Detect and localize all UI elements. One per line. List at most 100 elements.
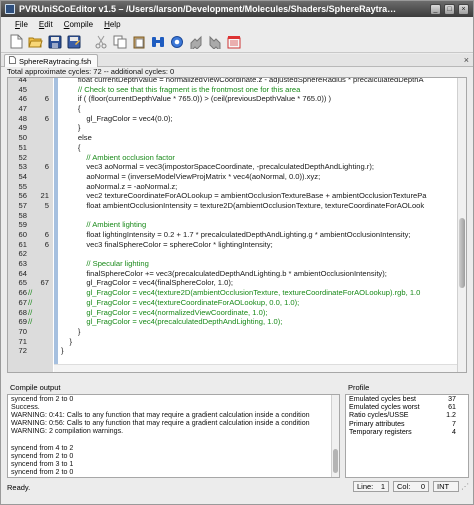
insert-mode-indicator: INT: [433, 481, 459, 492]
code-text: // Ambient lighting: [61, 220, 147, 230]
cycle-stats: Total approximate cycles: 72 -- addition…: [7, 67, 175, 76]
new-file-icon[interactable]: [9, 34, 24, 49]
code-line[interactable]: 56 21 vec2 textureCoordinateForAOLookup =…: [8, 191, 460, 201]
code-line[interactable]: 63 // Specular lighting: [8, 259, 460, 269]
copy-icon[interactable]: [112, 34, 127, 49]
code-line[interactable]: 68// gl_FragColor = vec4(normalizedViewC…: [8, 308, 460, 318]
code-line[interactable]: 53 6 vec3 aoNormal = vec3(impostorSpaceCo…: [8, 162, 460, 172]
profile-row: Temporary registers 4: [346, 428, 468, 436]
toolbar: [1, 31, 473, 53]
close-tab-icon[interactable]: ×: [464, 54, 469, 67]
profile-value: 61: [448, 403, 456, 412]
undo-icon[interactable]: [188, 34, 203, 49]
line-number: 67: [18, 297, 27, 307]
window-controls: _ □ ×: [430, 3, 469, 15]
cycle-count: 21: [40, 191, 49, 201]
code-line[interactable]: 69// gl_FragColor = vec4(precalculatedDe…: [8, 317, 460, 327]
code-text: {: [61, 142, 81, 152]
code-line[interactable]: 54 aoNormal = (inverseModelViewProjMatri…: [8, 172, 460, 182]
code-text: // Check to see that this fragment is th…: [61, 84, 301, 94]
column-value: 0: [420, 482, 425, 491]
code-line[interactable]: 60 6 float lightingIntensity = 0.2 + 1.7 …: [8, 230, 460, 240]
code-line[interactable]: 47 {: [8, 104, 460, 114]
line-number: 62: [18, 249, 27, 259]
profile-row: Ratio cycles/USSE 1.2: [346, 411, 468, 419]
code-line[interactable]: 51 {: [8, 143, 460, 153]
code-line[interactable]: 66// gl_FragColor = vec4(texture2D(ambie…: [8, 288, 460, 298]
menu-compile[interactable]: Compile: [64, 20, 93, 29]
code-line[interactable]: 55 aoNormal.z = -aoNormal.z;: [8, 182, 460, 192]
file-icon: [9, 56, 16, 66]
resize-grip-icon[interactable]: ⋰: [461, 482, 471, 492]
find-icon[interactable]: [150, 34, 165, 49]
line-number: 58: [18, 210, 27, 220]
paste-icon[interactable]: [131, 34, 146, 49]
code-line[interactable]: 61 6 vec3 finalSphereColor = sphereColor …: [8, 240, 460, 250]
tab-sphere-raytracing[interactable]: SphereRaytracing.fsh: [4, 54, 99, 67]
profile-row: Emulated cycles best 37: [346, 395, 468, 403]
code-line[interactable]: 49 }: [8, 123, 460, 133]
code-text: aoNormal.z = -aoNormal.z;: [61, 181, 178, 191]
column-label: Col:: [397, 482, 411, 491]
code-line[interactable]: 45 // Check to see that this fragment is…: [8, 85, 460, 95]
line-number: 54: [18, 171, 27, 181]
compile-scrollbar-thumb[interactable]: [333, 449, 338, 473]
code-line[interactable]: 65 67 gl_FragColor = vec4(finalSphereColo…: [8, 278, 460, 288]
compile-scrollbar[interactable]: [331, 395, 339, 477]
profile-key: Temporary registers: [349, 427, 412, 436]
profile-value: 4: [452, 427, 456, 436]
code-line[interactable]: 62: [8, 249, 460, 259]
profile-key: Emulated cycles worst: [349, 403, 420, 412]
maximize-button[interactable]: □: [444, 3, 455, 15]
title-bar[interactable]: PVRUniSCoEditor v1.5 – /Users/larson/Dev…: [1, 1, 473, 17]
status-message: Ready.: [7, 482, 31, 492]
scrollbar-thumb[interactable]: [459, 218, 465, 288]
code-line[interactable]: 70 }: [8, 327, 460, 337]
code-line[interactable]: 71 }: [8, 337, 460, 347]
code-line[interactable]: 72}: [8, 346, 460, 356]
compile-output-line: WARNING: 0:41: Calls to any function tha…: [11, 411, 310, 420]
save-as-icon[interactable]: [66, 34, 81, 49]
line-number: 53: [18, 162, 27, 172]
code-text: aoNormal = (inverseModelViewProjMatrix *…: [61, 171, 321, 181]
horizontal-scrollbar[interactable]: [54, 364, 459, 372]
menu-bar: File Edit Compile Help: [1, 17, 473, 31]
code-line[interactable]: 67// gl_FragColor = vec4(textureCoordina…: [8, 298, 460, 308]
compile-icon[interactable]: [226, 34, 241, 49]
code-line[interactable]: 57 5 float ambientOcclusionIntensity = te…: [8, 201, 460, 211]
save-icon[interactable]: [47, 34, 62, 49]
code-editor[interactable]: 44 float currentDepthValue = normalizedV…: [7, 77, 467, 373]
menu-help[interactable]: Help: [104, 20, 120, 29]
line-number: 59: [18, 220, 27, 230]
code-line[interactable]: 52 // Ambient occlusion factor: [8, 153, 460, 163]
line-number: 48: [18, 113, 27, 123]
line-number: 52: [18, 152, 27, 162]
code-line[interactable]: 58: [8, 211, 460, 221]
compile-output-line: syncend from 4 to 2: [11, 443, 74, 452]
settings-gear-icon[interactable]: [169, 34, 184, 49]
profile-row: Primary attributes 7: [346, 420, 468, 428]
code-line[interactable]: 44 float currentDepthValue = normalizedV…: [8, 78, 460, 85]
vertical-scrollbar[interactable]: [457, 78, 466, 372]
code-text: vec2 textureCoordinateForAOLookup = ambi…: [61, 191, 427, 201]
code-lines[interactable]: 44 float currentDepthValue = normalizedV…: [8, 78, 460, 356]
code-line[interactable]: 64 finalSphereColor += vec3(precalculate…: [8, 269, 460, 279]
code-line[interactable]: 59 // Ambient lighting: [8, 220, 460, 230]
line-number: 47: [18, 104, 27, 114]
compile-output[interactable]: syncend from 2 to 0 Success. WARNING: 0:41…: [7, 394, 340, 478]
menu-file[interactable]: File: [15, 20, 28, 29]
line-number: 70: [18, 326, 27, 336]
minimize-button[interactable]: _: [430, 3, 441, 15]
status-bar: Ready. Line: 1 Col: 0 INT ⋰: [1, 480, 473, 494]
redo-icon[interactable]: [207, 34, 222, 49]
compile-output-line: syncend from 2 to 0: [11, 395, 74, 403]
code-line[interactable]: 50 else: [8, 133, 460, 143]
comment-marker: //: [28, 297, 33, 307]
open-folder-icon[interactable]: [28, 34, 43, 49]
code-line[interactable]: 46 6 if ( (floor(currentDepthValue * 765.…: [8, 94, 460, 104]
close-button[interactable]: ×: [458, 3, 469, 15]
menu-edit[interactable]: Edit: [39, 20, 53, 29]
compile-output-line: [8, 435, 339, 443]
code-line[interactable]: 48 6 gl_FragColor = vec4(0.0);: [8, 114, 460, 124]
cut-icon[interactable]: [93, 34, 108, 49]
